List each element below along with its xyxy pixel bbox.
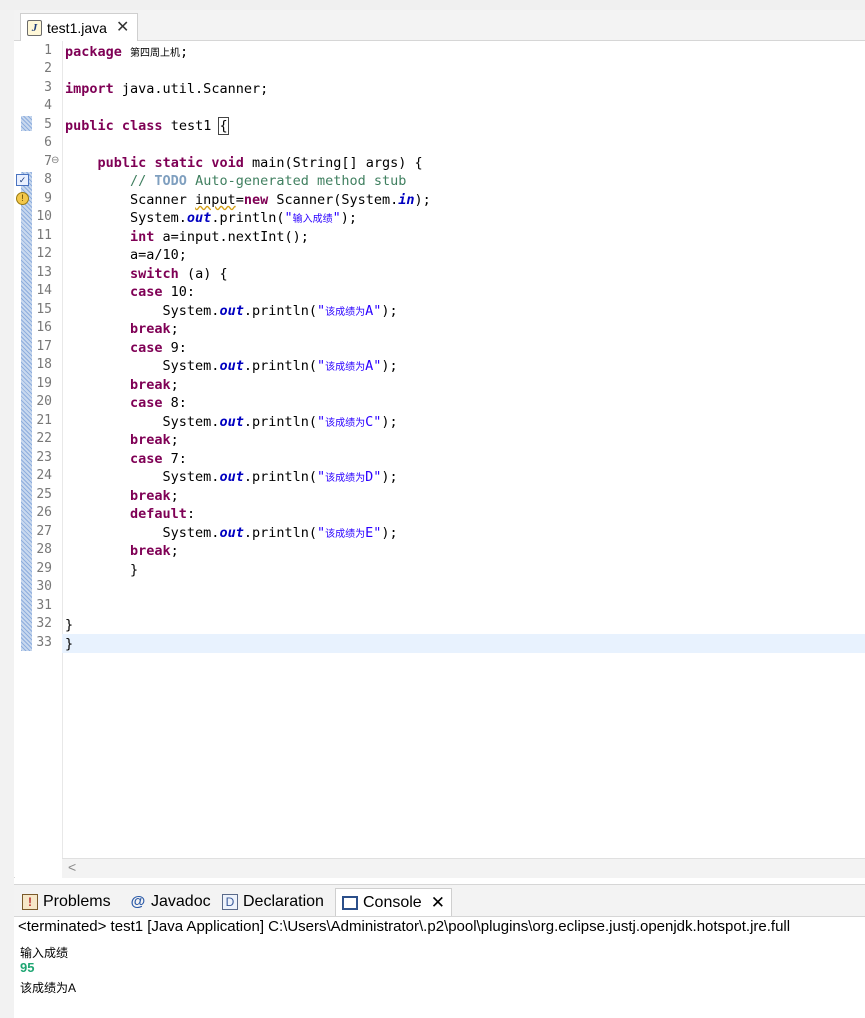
- change-marker: [21, 116, 32, 131]
- close-icon[interactable]: ✕: [116, 19, 129, 36]
- java-file-icon: J: [27, 19, 42, 36]
- line-number: 16: [36, 320, 52, 335]
- line-number: 15: [36, 302, 52, 317]
- bottom-panel: ! Problems @ Javadoc D Declaration Conso…: [14, 878, 865, 1018]
- line-number: 7: [44, 154, 52, 169]
- code-line-19: break;: [130, 377, 179, 393]
- current-line-highlight: [62, 634, 865, 653]
- line-number: 8: [44, 172, 52, 187]
- console-output-line: 该成绩为A: [20, 981, 77, 995]
- line-number: 9: [44, 191, 52, 206]
- line-number: 10: [36, 209, 52, 224]
- console-header: <terminated> test1 [Java Application] C:…: [18, 918, 791, 935]
- line-number: 11: [36, 228, 52, 243]
- line-number: 27: [36, 524, 52, 539]
- code-line-23: case 7:: [130, 451, 187, 467]
- editor-tab-bar: J test1.java ✕: [14, 10, 865, 41]
- close-icon[interactable]: ✕: [431, 893, 445, 913]
- code-line-27: System.out.println("该成绩为E");: [65, 525, 398, 541]
- line-number: 24: [36, 468, 52, 483]
- code-line-21: System.out.println("该成绩为C");: [65, 414, 398, 430]
- code-line-17: case 9:: [130, 340, 187, 356]
- line-number: 4: [44, 98, 52, 113]
- console-output-line: 输入成绩: [20, 946, 69, 960]
- line-number-gutter: ⊖ 1 2 3 4 5 6 7 8 9 10 11 12 13 14 15 16 17 18 19 20 21 22 23 2…: [32, 41, 63, 861]
- line-number: 5: [44, 117, 52, 132]
- tab-javadoc[interactable]: @ Javadoc: [130, 888, 211, 915]
- code-line-18: System.out.println("该成绩为A");: [65, 358, 398, 374]
- console-user-input: 95: [20, 960, 35, 975]
- declaration-icon: D: [222, 893, 238, 910]
- panel-tab-bar: ! Problems @ Javadoc D Declaration Conso…: [14, 884, 865, 917]
- line-number: 21: [36, 413, 52, 428]
- line-number: 18: [36, 357, 52, 372]
- line-number: 29: [36, 561, 52, 576]
- console-icon: [342, 895, 358, 910]
- line-number: 19: [36, 376, 52, 391]
- line-number: 20: [36, 394, 52, 409]
- line-number: 25: [36, 487, 52, 502]
- code-editor[interactable]: ✓ ! ⊖ 1 2 3 4 5 6 7 8 9 10 11 12 13 14 15 16 17 18 19 20 21 2…: [14, 41, 865, 878]
- code-line-5: public class test1 {: [65, 117, 229, 135]
- code-line-7: public static void main(String[] args) {: [97, 155, 423, 171]
- change-marker: [21, 172, 32, 651]
- tab-console[interactable]: Console ✕: [335, 888, 452, 916]
- line-number: 33: [36, 635, 52, 650]
- fold-collapse-icon[interactable]: ⊖: [51, 155, 59, 166]
- javadoc-icon: @: [130, 893, 146, 910]
- tab-declaration[interactable]: D Declaration: [222, 888, 324, 915]
- scroll-left-arrow-icon[interactable]: <: [68, 859, 76, 875]
- code-line-29: }: [65, 562, 139, 578]
- code-line-33: }: [65, 636, 74, 652]
- line-number: 17: [36, 339, 52, 354]
- editor-tab-test1[interactable]: J test1.java ✕: [20, 13, 139, 41]
- tab-problems[interactable]: ! Problems: [22, 888, 111, 915]
- line-number: 30: [36, 579, 52, 594]
- code-line-20: case 8:: [130, 395, 187, 411]
- task-marker-icon[interactable]: ✓: [16, 174, 29, 186]
- code-line-25: break;: [130, 488, 179, 504]
- line-number: 26: [36, 505, 52, 520]
- editor-tab-label: test1.java: [47, 19, 107, 36]
- tab-console-label: Console: [363, 893, 422, 911]
- code-line-9: Scanner input=new Scanner(System.in);: [65, 192, 431, 208]
- tab-declaration-label: Declaration: [243, 892, 324, 910]
- line-number: 14: [36, 283, 52, 298]
- code-line-24: System.out.println("该成绩为D");: [65, 469, 398, 485]
- line-number: 2: [44, 61, 52, 76]
- line-number: 32: [36, 616, 52, 631]
- line-number: 3: [44, 80, 52, 95]
- code-line-22: break;: [130, 432, 179, 448]
- code-line-28: break;: [130, 543, 179, 559]
- code-line-32: }: [65, 617, 74, 633]
- code-line-10: System.out.println("输入成绩");: [65, 210, 358, 226]
- code-line-13: switch (a) {: [130, 266, 228, 282]
- line-number: 1: [44, 43, 52, 58]
- line-number: 6: [44, 135, 52, 150]
- code-line-16: break;: [130, 321, 179, 337]
- change-ruler: [18, 41, 32, 861]
- line-number: 13: [36, 265, 52, 280]
- code-line-8: // TODO Auto-generated method stub: [130, 173, 407, 189]
- warning-marker-icon[interactable]: !: [16, 192, 29, 205]
- tab-problems-label: Problems: [43, 892, 111, 910]
- code-line-3: import java.util.Scanner;: [65, 81, 269, 97]
- line-number: 23: [36, 450, 52, 465]
- line-number: 28: [36, 542, 52, 557]
- code-line-11: int a=input.nextInt();: [130, 229, 309, 245]
- line-number: 31: [36, 598, 52, 613]
- horizontal-scrollbar[interactable]: <: [62, 858, 865, 878]
- code-line-12: a=a/10;: [65, 247, 187, 263]
- code-line-1: package 第四周上机;: [65, 44, 189, 60]
- tab-javadoc-label: Javadoc: [151, 892, 211, 910]
- line-number: 22: [36, 431, 52, 446]
- problems-icon: !: [22, 893, 38, 910]
- code-line-14: case 10:: [130, 284, 196, 300]
- left-trim-bar: [0, 10, 15, 1018]
- code-line-15: System.out.println("该成绩为A");: [65, 303, 398, 319]
- line-number: 12: [36, 246, 52, 261]
- code-line-26: default:: [130, 506, 196, 522]
